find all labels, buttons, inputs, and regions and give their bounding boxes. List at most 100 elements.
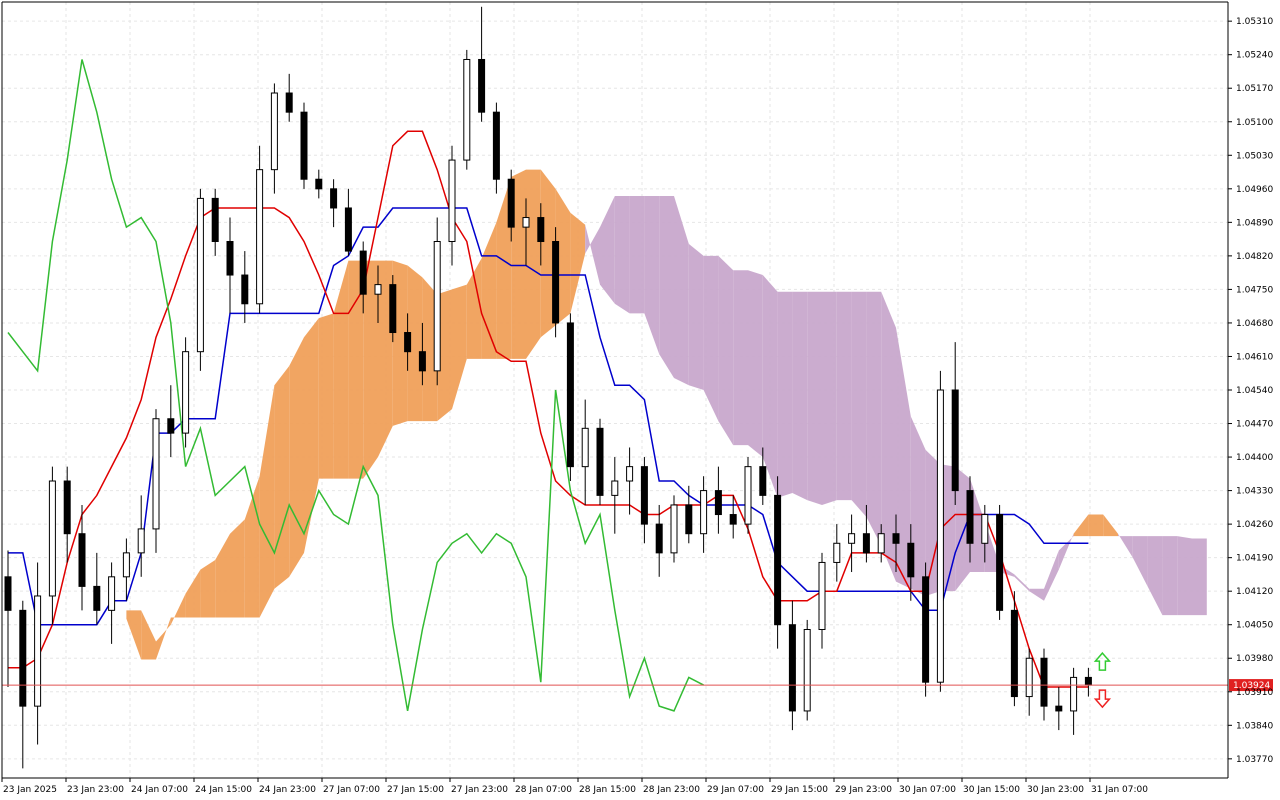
x-tick-label: 31 Jan 07:00 — [1091, 785, 1148, 795]
candle-body — [670, 504, 678, 554]
candle-body — [788, 624, 796, 712]
y-tick-label: 1.05310 — [1236, 17, 1273, 27]
candle-body — [182, 351, 190, 434]
candle-body — [256, 169, 264, 305]
y-tick-label: 1.03910 — [1236, 688, 1273, 698]
candle-body — [611, 480, 619, 496]
y-tick-label: 1.04190 — [1236, 554, 1273, 564]
kumo-segment — [526, 169, 541, 359]
candle-body — [359, 250, 367, 295]
candle-body — [803, 629, 811, 712]
x-tick-label: 29 Jan 07:00 — [707, 785, 764, 795]
candle-body — [759, 466, 767, 496]
kumo-segment — [777, 291, 793, 498]
candle-body — [122, 552, 130, 578]
x-tick-label: 27 Jan 15:00 — [387, 785, 444, 795]
kumo-segment — [866, 291, 882, 546]
candle-body — [4, 576, 12, 611]
candle-body — [862, 533, 870, 554]
x-tick-label: 24 Jan 07:00 — [131, 785, 188, 795]
candle-body — [211, 197, 219, 243]
y-tick-label: 1.04750 — [1236, 285, 1273, 295]
kumo-segment — [733, 270, 748, 446]
x-tick-label: 29 Jan 15:00 — [771, 785, 828, 795]
kumo-segment — [230, 519, 245, 618]
candle-body — [892, 533, 900, 544]
y-tick-label: 1.04820 — [1236, 252, 1273, 262]
kumo-segment — [1088, 514, 1104, 537]
candle-body — [463, 58, 471, 161]
y-tick-label: 1.04330 — [1236, 487, 1273, 497]
candle-body — [640, 466, 648, 525]
candle-body — [774, 494, 782, 626]
kumo-segment — [822, 291, 837, 505]
kumo-segment — [836, 291, 852, 501]
candle-body — [655, 523, 663, 554]
x-tick-label: 30 Jan 07:00 — [899, 785, 956, 795]
candle-body — [330, 188, 338, 209]
candle-body — [729, 514, 737, 525]
candle-body — [108, 576, 116, 611]
candle-body — [374, 284, 382, 295]
candle-body — [951, 389, 959, 492]
y-tick-label: 1.05170 — [1236, 84, 1273, 94]
candle-body — [566, 322, 574, 468]
ichimoku-chart[interactable]: 1.03924 1.053101.052401.051701.051001.05… — [0, 0, 1280, 800]
candle-body — [241, 274, 249, 305]
candle-body — [1025, 657, 1033, 698]
candle-body — [492, 111, 500, 180]
kumo-segment — [1177, 536, 1192, 616]
candle-body — [981, 514, 989, 544]
candle-body — [685, 504, 693, 535]
x-tick-label: 23 Jan 2025 — [3, 785, 57, 795]
candle-body — [48, 480, 56, 597]
x-tick-label: 28 Jan 07:00 — [515, 785, 572, 795]
candle-body — [167, 418, 175, 434]
candle-body — [714, 490, 722, 516]
y-tick-label: 1.04400 — [1236, 453, 1273, 463]
kumo-segment — [807, 291, 822, 505]
y-tick-label: 1.04890 — [1236, 218, 1273, 228]
x-tick-label: 29 Jan 23:00 — [835, 785, 892, 795]
y-tick-label: 1.03980 — [1236, 654, 1273, 664]
candle-body — [448, 159, 456, 243]
candle-body — [833, 542, 841, 563]
x-tick-label: 28 Jan 23:00 — [643, 785, 700, 795]
y-tick-label: 1.05030 — [1236, 151, 1273, 161]
candle-body — [1070, 676, 1078, 712]
kumo-segment — [629, 196, 645, 314]
y-tick-label: 1.04960 — [1236, 185, 1273, 195]
x-tick-label: 27 Jan 23:00 — [451, 785, 508, 795]
x-tick-label: 30 Jan 23:00 — [1027, 785, 1084, 795]
candle-body — [93, 585, 101, 611]
candle-body — [404, 332, 412, 353]
candle-body — [581, 427, 589, 468]
candle-body — [700, 490, 708, 535]
x-tick-label: 24 Jan 15:00 — [195, 785, 252, 795]
candle-body — [552, 241, 560, 324]
kumo-segment — [688, 243, 704, 390]
candle-body — [478, 58, 486, 113]
candle-body — [848, 533, 856, 544]
candle-body — [137, 528, 145, 554]
y-tick-label: 1.04540 — [1236, 386, 1273, 396]
y-tick-label: 1.04120 — [1236, 587, 1273, 597]
kumo-segment — [748, 270, 763, 458]
y-tick-label: 1.04260 — [1236, 520, 1273, 530]
candle-body — [537, 217, 545, 243]
kumo-segment — [851, 291, 867, 517]
candle-body — [1010, 609, 1018, 698]
candle-body — [63, 480, 71, 535]
candle-body — [34, 595, 42, 707]
y-tick-label: 1.04470 — [1236, 420, 1273, 430]
candle-body — [966, 490, 974, 544]
candle-body — [344, 207, 352, 252]
candle-body — [936, 389, 944, 683]
candle-body — [996, 514, 1004, 611]
candle-body — [507, 178, 515, 228]
kumo-segment — [1192, 538, 1207, 616]
candle-body — [78, 533, 86, 587]
y-tick-label: 1.05100 — [1236, 118, 1273, 128]
y-tick-label: 1.03770 — [1236, 755, 1273, 765]
candle-body — [818, 561, 826, 631]
